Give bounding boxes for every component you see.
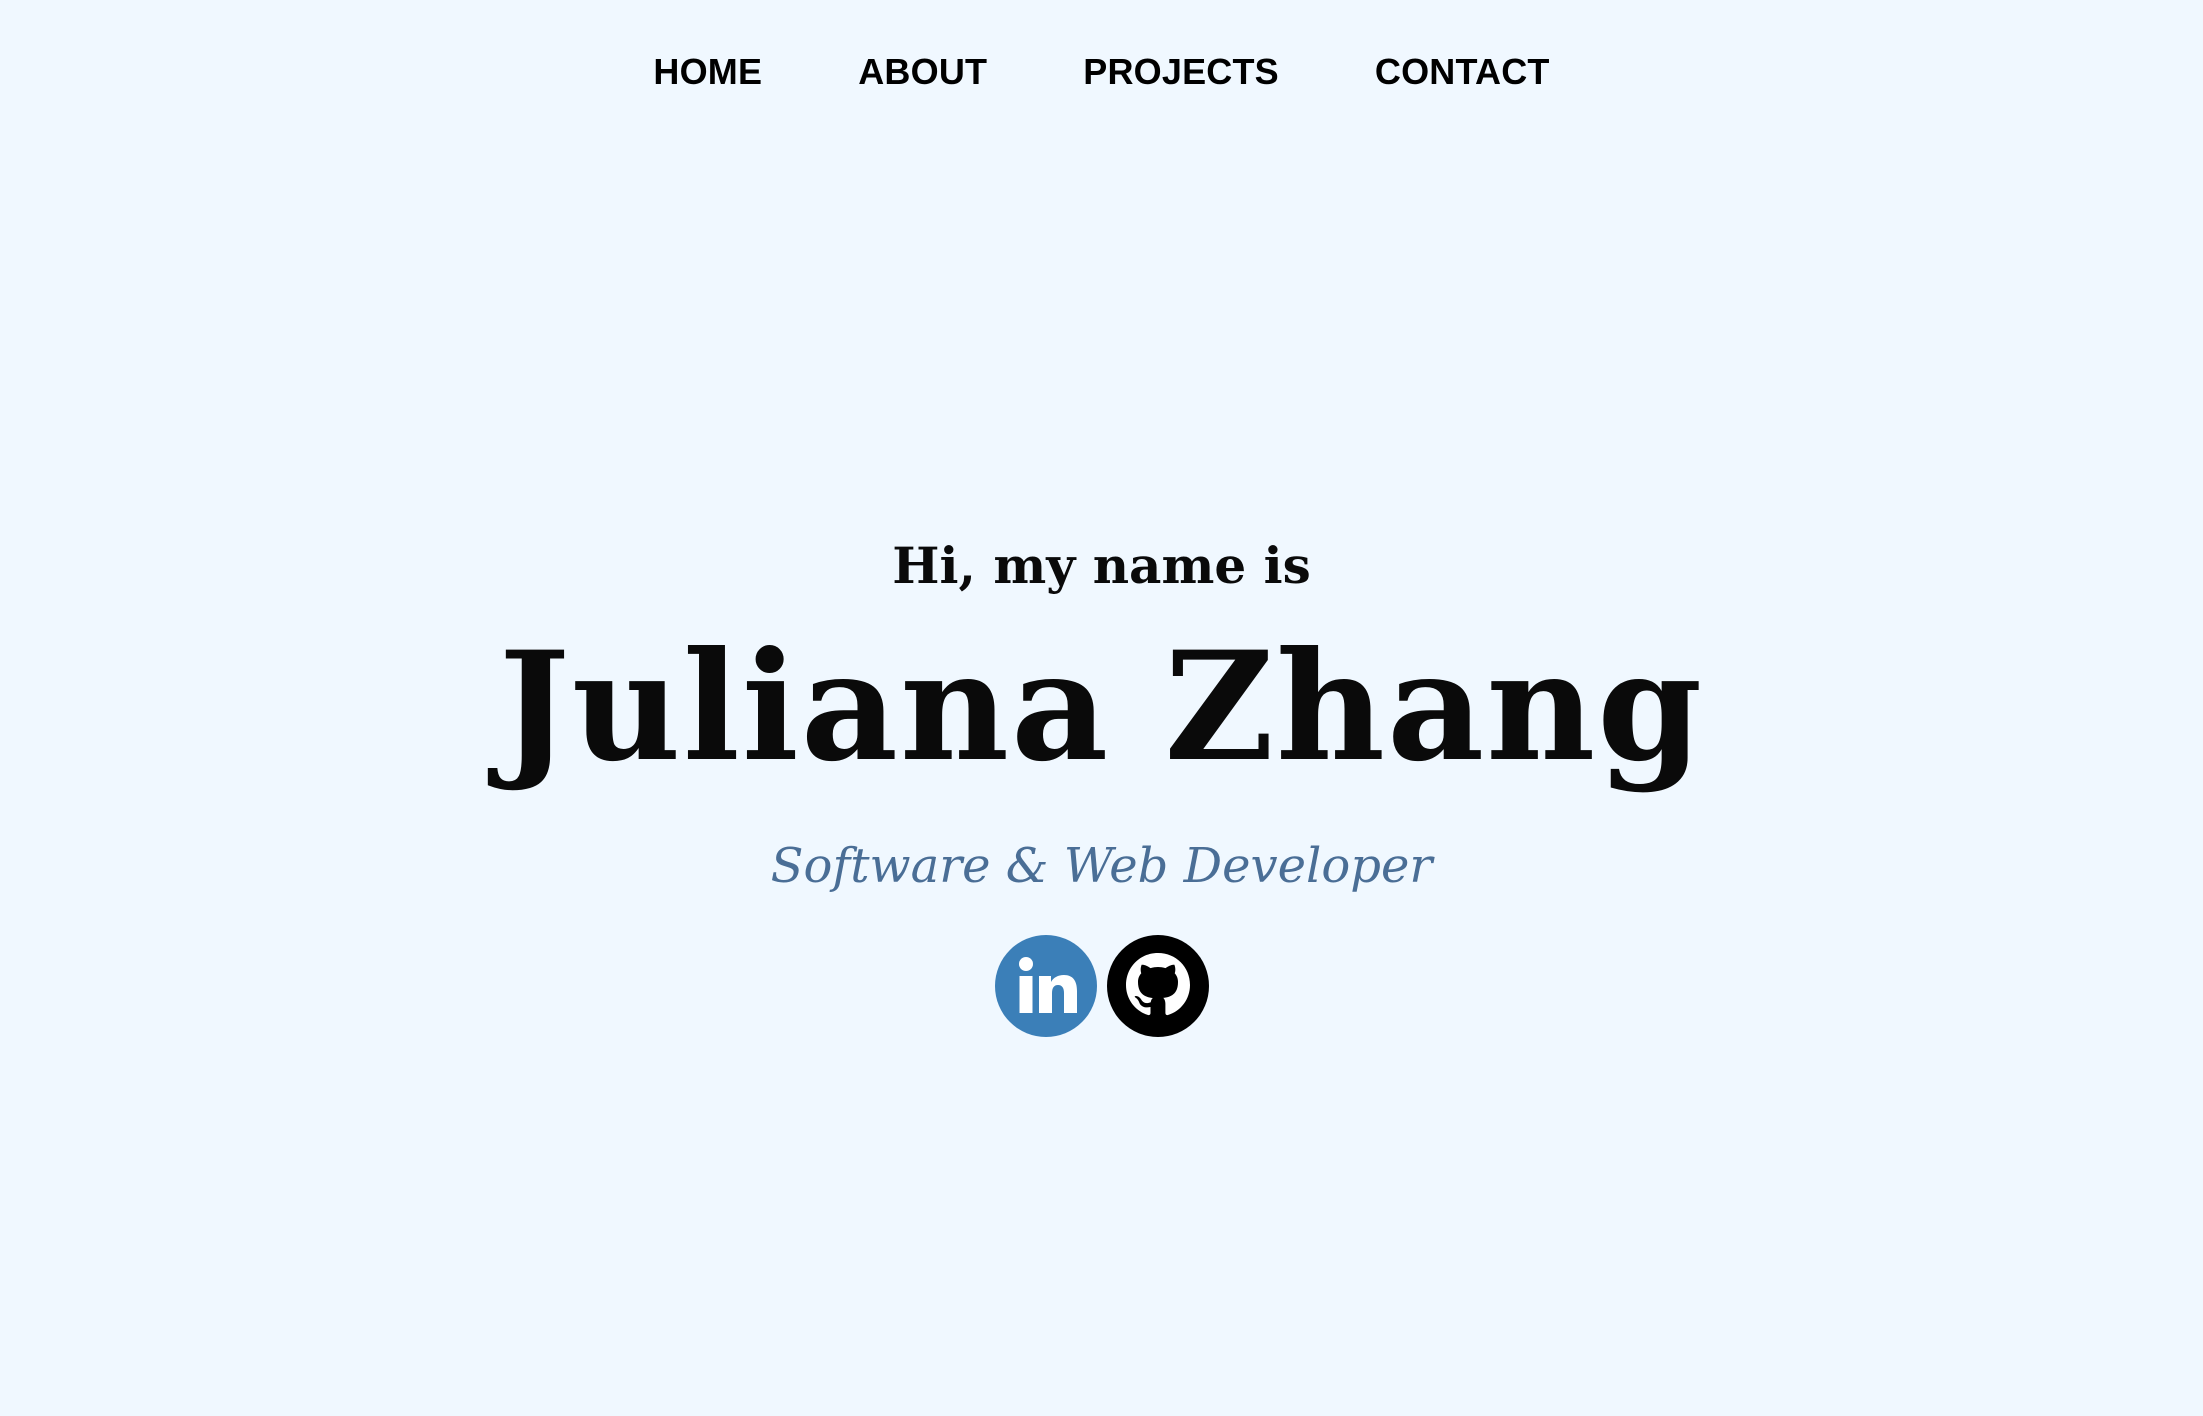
nav-home-link[interactable]: HOME <box>653 48 762 96</box>
hero-role: Software & Web Developer <box>770 838 1433 894</box>
nav-contact-link[interactable]: CONTACT <box>1375 48 1550 96</box>
linkedin-link[interactable] <box>994 935 1097 1037</box>
main-nav: HOME ABOUT PROJECTS CONTACT <box>0 48 2203 96</box>
nav-projects-link[interactable]: PROJECTS <box>1083 48 1279 96</box>
social-links <box>0 935 2203 1037</box>
linkedin-icon <box>994 935 1097 1037</box>
github-link[interactable] <box>1106 935 1209 1037</box>
nav-about-link[interactable]: ABOUT <box>858 48 987 96</box>
github-icon <box>1106 935 1209 1037</box>
hero-greeting: Hi, my name is <box>892 536 1311 595</box>
hero-name: Juliana Zhang <box>498 619 1705 795</box>
